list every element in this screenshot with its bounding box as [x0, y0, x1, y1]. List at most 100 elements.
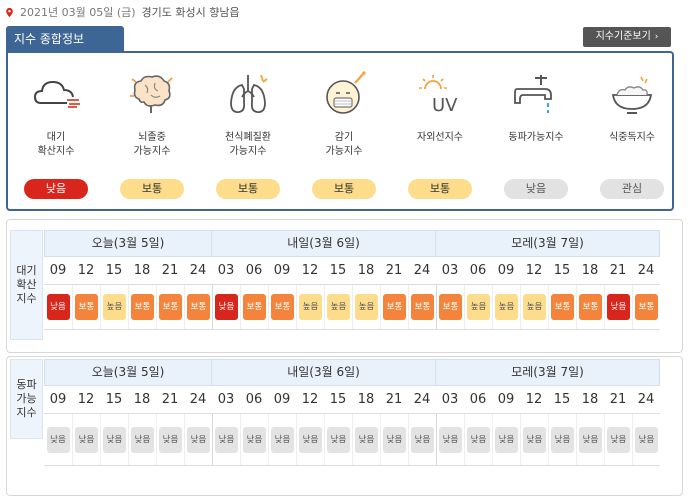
- forecast-grid: 오늘(3월 5일) 내일(3월 6일) 모레(3월 7일) 09 12 15 18 21…: [44, 359, 660, 466]
- value-cell: 높음: [100, 285, 128, 329]
- value-cell: 낮음: [520, 414, 548, 465]
- value-cell: 낮음: [44, 285, 72, 329]
- value-cell: 낮음: [604, 414, 632, 465]
- hour-row: 09 12 15 18 21 24 03 06 09 12 15 18 21 24 03 06 09 12 15 18…: [44, 386, 660, 414]
- index-uv[interactable]: UV 자외선지수 보통: [392, 53, 488, 209]
- value-cell: 낮음: [156, 414, 184, 465]
- value-cell: 높음: [324, 285, 352, 329]
- level-chip: 보통: [159, 294, 182, 320]
- value-cell: 보통: [408, 285, 436, 329]
- level-chip: 낮음: [75, 426, 98, 453]
- value-cell: 낮음: [604, 285, 632, 329]
- hour-cell: 18: [133, 392, 151, 407]
- air-dispersion-forecast: 대기 확산 지수 오늘(3월 5일) 내일(3월 6일) 모레(3월 7일) 09 1…: [6, 219, 683, 353]
- level-chip: 낮음: [523, 426, 546, 453]
- value-cell: 낮음: [240, 414, 268, 465]
- forecast-row-label: 동파 가능 지수: [10, 359, 43, 439]
- hour-cell: 09: [49, 392, 67, 407]
- day-header: 내일(3월 6일): [212, 359, 436, 386]
- hour-cell: 09: [273, 392, 291, 407]
- sick-face-icon: [326, 71, 366, 114]
- value-cell: 낮음: [464, 414, 492, 465]
- hour-cell: 15: [329, 392, 347, 407]
- level-chip: 낮음: [271, 426, 294, 453]
- view-standard-label: 지수기준보기: [595, 31, 651, 42]
- level-chip: 높음: [495, 294, 518, 320]
- value-cell: 낮음: [72, 414, 100, 465]
- level-chip: 낮음: [243, 426, 266, 453]
- value-cell: 낮음: [548, 414, 576, 465]
- value-cell: 보통: [184, 285, 212, 329]
- level-badge: 보통: [216, 179, 280, 199]
- level-chip: 높음: [523, 294, 546, 320]
- hour-cell: 18: [581, 392, 599, 407]
- value-cell: 보통: [72, 285, 100, 329]
- brain-icon: [130, 75, 173, 113]
- level-chip: 낮음: [439, 426, 462, 453]
- index-stroke[interactable]: 뇌졸중 가능지수 보통: [104, 53, 200, 209]
- hour-cell: 03: [217, 263, 235, 278]
- hour-cell: 21: [161, 392, 179, 407]
- level-chip: 보통: [75, 294, 98, 320]
- view-standard-button[interactable]: 지수기준보기 ›: [583, 27, 671, 47]
- value-cell: 높음: [520, 285, 548, 329]
- level-chip: 낮음: [411, 426, 434, 453]
- level-chip: 높음: [299, 294, 322, 320]
- hour-cell: 15: [105, 263, 123, 278]
- hour-cell: 18: [357, 263, 375, 278]
- level-chip: 낮음: [299, 426, 322, 453]
- hour-cell: 03: [441, 392, 459, 407]
- value-cell: 높음: [464, 285, 492, 329]
- level-chip: 낮음: [607, 294, 630, 320]
- index-food-poisoning[interactable]: 식중독지수 관심: [584, 53, 680, 209]
- date-location-bar: 2021년 03월 05일 (금) 경기도 화성시 향남읍: [4, 2, 240, 22]
- value-cell: 보통: [548, 285, 576, 329]
- hour-cell: 12: [77, 263, 95, 278]
- hour-row: 09 12 15 18 21 24 03 06 09 12 15 18 21 24 03 06 09 12 15 18…: [44, 257, 660, 285]
- hour-cell: 24: [189, 392, 207, 407]
- index-name: 감기 가능지수: [325, 132, 363, 157]
- index-air-dispersion[interactable]: 대기 확산지수 낮음: [8, 53, 104, 209]
- hour-cell: 15: [553, 392, 571, 407]
- level-chip: 보통: [383, 294, 406, 320]
- forecast-row-label: 대기 확산 지수: [10, 230, 43, 340]
- index-cold[interactable]: 감기 가능지수 보통: [296, 53, 392, 209]
- level-chip: 낮음: [467, 426, 490, 453]
- index-name: 동파가능지수: [508, 132, 564, 143]
- day-header: 모레(3월 7일): [436, 230, 660, 257]
- level-chip: 낮음: [159, 426, 182, 453]
- hour-cell: 12: [525, 263, 543, 278]
- level-chip: 보통: [579, 294, 602, 320]
- level-chip: 낮음: [551, 426, 574, 453]
- value-cell: 보통: [240, 285, 268, 329]
- cloud-wind-icon: [33, 80, 80, 108]
- lungs-icon: [230, 74, 268, 113]
- value-cell: 낮음: [380, 414, 408, 465]
- level-chip: 낮음: [215, 426, 238, 453]
- hour-cell: 21: [385, 392, 403, 407]
- index-name: 천식폐질환 가능지수: [225, 132, 271, 157]
- level-chip: 보통: [411, 294, 434, 320]
- index-freeze[interactable]: 동파가능지수 낮음: [488, 53, 584, 209]
- hour-cell: 09: [497, 392, 515, 407]
- hour-cell: 15: [105, 392, 123, 407]
- value-row: 낮음 보통 높음 보통 보통 보통 낮음 보통 보통 높음 높음 높음 보통 보통 보통 높음 높음 높음 보통 보통…: [44, 285, 660, 330]
- value-cell: 낮음: [184, 414, 212, 465]
- hour-cell: 21: [609, 392, 627, 407]
- value-cell: 높음: [296, 285, 324, 329]
- value-row: 낮음 낮음 낮음 낮음 낮음 낮음 낮음 낮음 낮음 낮음 낮음 낮음 낮음 낮음 낮음 낮음 낮음 낮음 낮음 낮음…: [44, 414, 660, 466]
- index-name: 식중독지수: [609, 132, 655, 143]
- hour-cell: 03: [217, 392, 235, 407]
- hour-cell: 21: [385, 263, 403, 278]
- hour-cell: 12: [525, 392, 543, 407]
- hour-cell: 15: [553, 263, 571, 278]
- value-cell: 낮음: [44, 414, 72, 465]
- index-asthma[interactable]: 천식폐질환 가능지수 보통: [200, 53, 296, 209]
- hour-cell: 18: [133, 263, 151, 278]
- level-badge: 보통: [312, 179, 376, 199]
- value-cell: 보통: [380, 285, 408, 329]
- level-chip: 보통: [271, 294, 294, 320]
- hour-cell: 21: [609, 263, 627, 278]
- hour-cell: 24: [637, 263, 655, 278]
- value-cell: 낮음: [100, 414, 128, 465]
